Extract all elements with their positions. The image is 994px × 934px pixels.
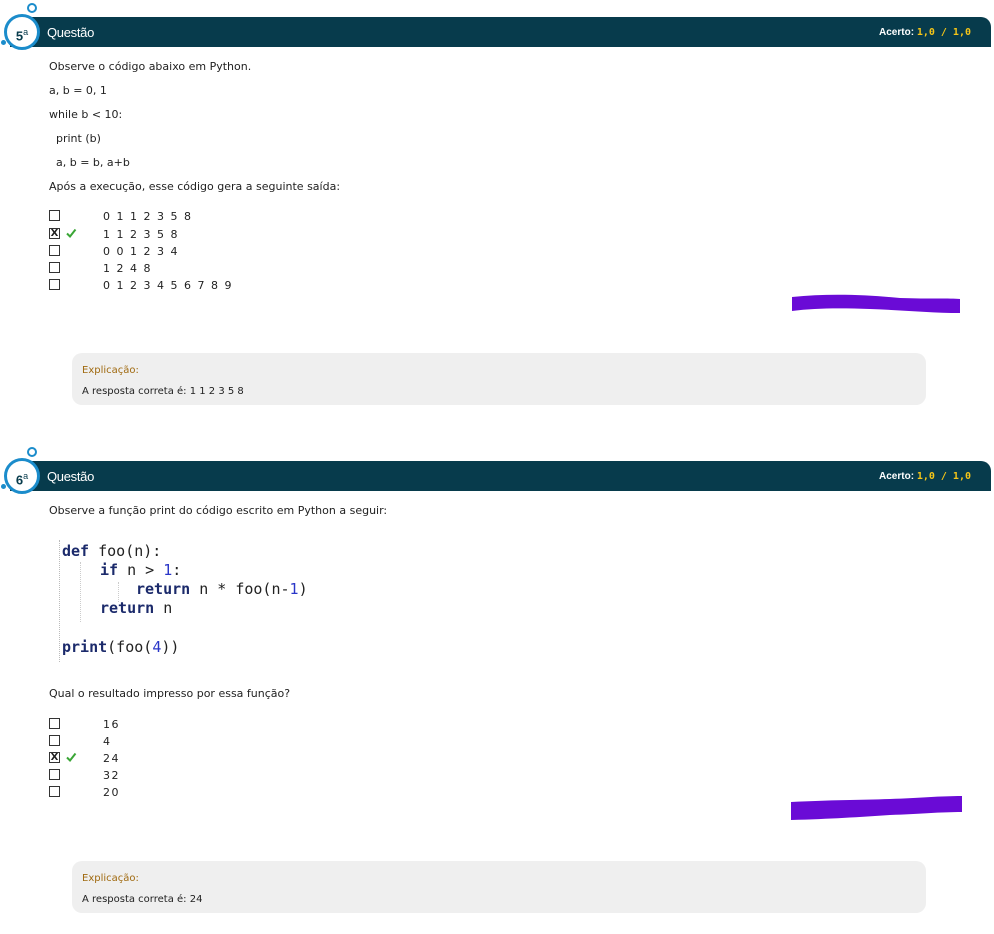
answer-checkbox[interactable] bbox=[49, 210, 60, 221]
score-label: Acerto: bbox=[879, 27, 915, 38]
answer-option[interactable]: 0 1 2 3 4 5 6 7 8 9 bbox=[49, 278, 349, 292]
answer-checkbox[interactable] bbox=[49, 245, 60, 256]
score: Acerto: 1,0 / 1,0 bbox=[879, 27, 971, 38]
answer-checkbox[interactable]: X bbox=[49, 228, 60, 239]
code-text: (foo( bbox=[107, 638, 153, 656]
answer-text: 0 0 1 2 3 4 bbox=[103, 245, 179, 258]
answer-option[interactable]: 0 1 1 2 3 5 8 bbox=[49, 209, 349, 223]
code-text: )) bbox=[161, 638, 180, 656]
explanation-text: A resposta correta é: 24 bbox=[82, 894, 203, 905]
code-keyword: def bbox=[62, 542, 90, 560]
code-line: return n bbox=[100, 599, 172, 617]
badge-decoration bbox=[27, 447, 37, 457]
answer-checkbox[interactable] bbox=[49, 279, 60, 290]
correct-check-icon bbox=[66, 228, 77, 239]
answer-checkbox[interactable] bbox=[49, 786, 60, 797]
ordinal-indicator: a bbox=[23, 471, 29, 481]
code-text: : bbox=[172, 561, 182, 579]
answer-text: 24 bbox=[103, 752, 120, 765]
code-keyword: return bbox=[136, 580, 191, 598]
answer-option[interactable]: 20 bbox=[49, 785, 349, 799]
explanation-text: A resposta correta é: 1 1 2 3 5 8 bbox=[82, 386, 244, 397]
badge-decoration bbox=[1, 484, 6, 489]
code-block: def foo(n): if n > 1: return n * foo(n-1… bbox=[59, 540, 460, 662]
code-line: return n * foo(n-1) bbox=[136, 580, 308, 598]
code-line: print (b) bbox=[49, 132, 101, 145]
code-line: a, b = b, a+b bbox=[49, 156, 130, 169]
code-number: 4 bbox=[152, 638, 162, 656]
answer-checkbox[interactable]: X bbox=[49, 752, 60, 763]
score-label: Acerto: bbox=[879, 471, 915, 482]
question-title: Questão bbox=[47, 469, 95, 484]
answer-text: 20 bbox=[103, 786, 120, 799]
answer-option[interactable]: X 1 1 2 3 5 8 bbox=[49, 227, 349, 241]
indent-guide bbox=[80, 562, 81, 622]
question-number-badge: 5a bbox=[4, 14, 40, 50]
question-statement: Observe a função print do código escrito… bbox=[49, 504, 388, 517]
code-text: foo(n): bbox=[89, 542, 162, 560]
score-value: 1,0 / 1,0 bbox=[916, 471, 971, 482]
answer-option[interactable]: 16 bbox=[49, 717, 349, 731]
answer-option[interactable]: X 24 bbox=[49, 751, 349, 765]
correct-check-icon bbox=[66, 752, 77, 763]
badge-decoration bbox=[1, 40, 6, 45]
badge-decoration bbox=[27, 3, 37, 13]
answer-checkbox[interactable] bbox=[49, 718, 60, 729]
answer-option[interactable]: 0 0 1 2 3 4 bbox=[49, 244, 349, 258]
question-title: Questão bbox=[47, 25, 95, 40]
answer-text: 0 1 2 3 4 5 6 7 8 9 bbox=[103, 279, 233, 292]
explanation-box: Explicação: A resposta correta é: 1 1 2 … bbox=[72, 353, 926, 405]
question-header: Questão Acerto: 1,0 / 1,0 bbox=[10, 461, 991, 491]
code-keyword: print bbox=[62, 638, 108, 656]
score-value: 1,0 / 1,0 bbox=[916, 27, 971, 38]
code-keyword: return bbox=[100, 599, 155, 617]
question-header: Questão Acerto: 1,0 / 1,0 bbox=[10, 17, 991, 47]
score: Acerto: 1,0 / 1,0 bbox=[879, 471, 971, 482]
answer-checkbox[interactable] bbox=[49, 735, 60, 746]
answer-text: 1 1 2 3 5 8 bbox=[103, 228, 179, 241]
answer-option[interactable]: 4 bbox=[49, 734, 349, 748]
code-text: n > bbox=[118, 561, 164, 579]
question-statement: Observe o código abaixo em Python. bbox=[49, 60, 252, 73]
code-line: if n > 1: bbox=[100, 561, 181, 579]
question-prompt: Qual o resultado impresso por essa funçã… bbox=[49, 687, 291, 700]
code-keyword: if bbox=[100, 561, 119, 579]
ordinal-indicator: a bbox=[23, 27, 29, 37]
code-text: n * foo(n- bbox=[190, 580, 290, 598]
code-line: print(foo(4)) bbox=[62, 638, 179, 656]
code-line: def foo(n): bbox=[62, 542, 161, 560]
code-line: while b < 10: bbox=[49, 108, 123, 121]
code-text: ) bbox=[298, 580, 308, 598]
answer-text: 0 1 1 2 3 5 8 bbox=[103, 210, 193, 223]
explanation-label: Explicação: bbox=[82, 873, 139, 884]
explanation-label: Explicação: bbox=[82, 365, 139, 376]
answer-text: 16 bbox=[103, 718, 120, 731]
code-number: 1 bbox=[163, 561, 173, 579]
answer-text: 1 2 4 8 bbox=[103, 262, 152, 275]
answer-checkbox[interactable] bbox=[49, 769, 60, 780]
code-number: 1 bbox=[289, 580, 299, 598]
answer-text: 4 bbox=[103, 735, 112, 748]
question-prompt: Após a execução, esse código gera a segu… bbox=[49, 180, 341, 193]
code-text: n bbox=[154, 599, 173, 617]
answer-option[interactable]: 1 2 4 8 bbox=[49, 261, 349, 275]
answer-text: 32 bbox=[103, 769, 120, 782]
explanation-box: Explicação: A resposta correta é: 24 bbox=[72, 861, 926, 913]
answer-checkbox[interactable] bbox=[49, 262, 60, 273]
question-number-badge: 6a bbox=[4, 458, 40, 494]
code-line: a, b = 0, 1 bbox=[49, 84, 107, 97]
redaction-scribble bbox=[792, 294, 960, 313]
redaction-scribble bbox=[791, 796, 962, 820]
answer-option[interactable]: 32 bbox=[49, 768, 349, 782]
